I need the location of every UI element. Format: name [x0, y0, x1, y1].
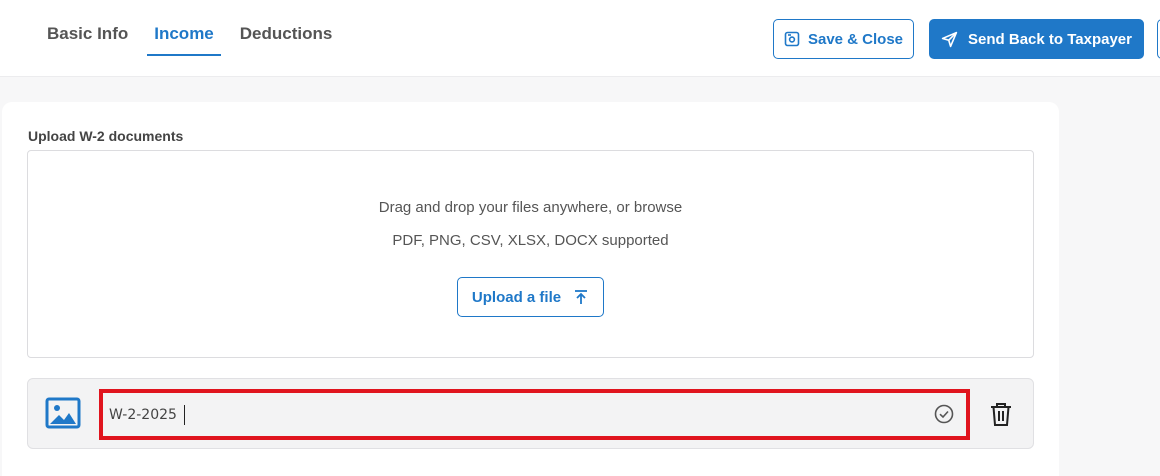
upload-file-button[interactable]: Upload a file: [457, 277, 604, 317]
drop-instructions: Drag and drop your files anywhere, or br…: [378, 199, 683, 216]
supported-formats: PDF, PNG, CSV, XLSX, DOCX supported: [392, 232, 669, 249]
uploaded-file-row: [27, 378, 1034, 449]
tab-income[interactable]: Income: [147, 0, 221, 56]
send-icon: [941, 31, 958, 47]
save-close-button[interactable]: Save & Close: [773, 19, 914, 59]
trash-icon[interactable]: [989, 401, 1013, 427]
upload-file-label: Upload a file: [471, 288, 562, 306]
section-label: Upload W-2 documents: [28, 128, 184, 144]
upload-card: Upload W-2 documents Drag and drop your …: [2, 102, 1059, 476]
top-bar: Basic Info Income Deductions Save & Clos…: [0, 0, 1160, 77]
file-dropzone[interactable]: Drag and drop your files anywhere, or br…: [27, 150, 1034, 358]
text-caret: [184, 405, 185, 425]
image-file-icon: [45, 397, 81, 429]
tab-basic-info[interactable]: Basic Info: [40, 0, 135, 56]
send-back-label: Send Back to Taxpayer: [968, 30, 1132, 48]
tab-bar: Basic Info Income Deductions: [40, 0, 351, 77]
check-circle-icon[interactable]: [933, 403, 955, 425]
upload-arrow-icon: [575, 290, 588, 304]
file-name-field[interactable]: [99, 389, 970, 440]
file-name-input[interactable]: [109, 404, 909, 426]
send-back-button[interactable]: Send Back to Taxpayer: [929, 19, 1144, 59]
save-close-label: Save & Close: [807, 30, 904, 48]
save-icon: [784, 31, 800, 47]
tab-deductions[interactable]: Deductions: [233, 0, 340, 56]
